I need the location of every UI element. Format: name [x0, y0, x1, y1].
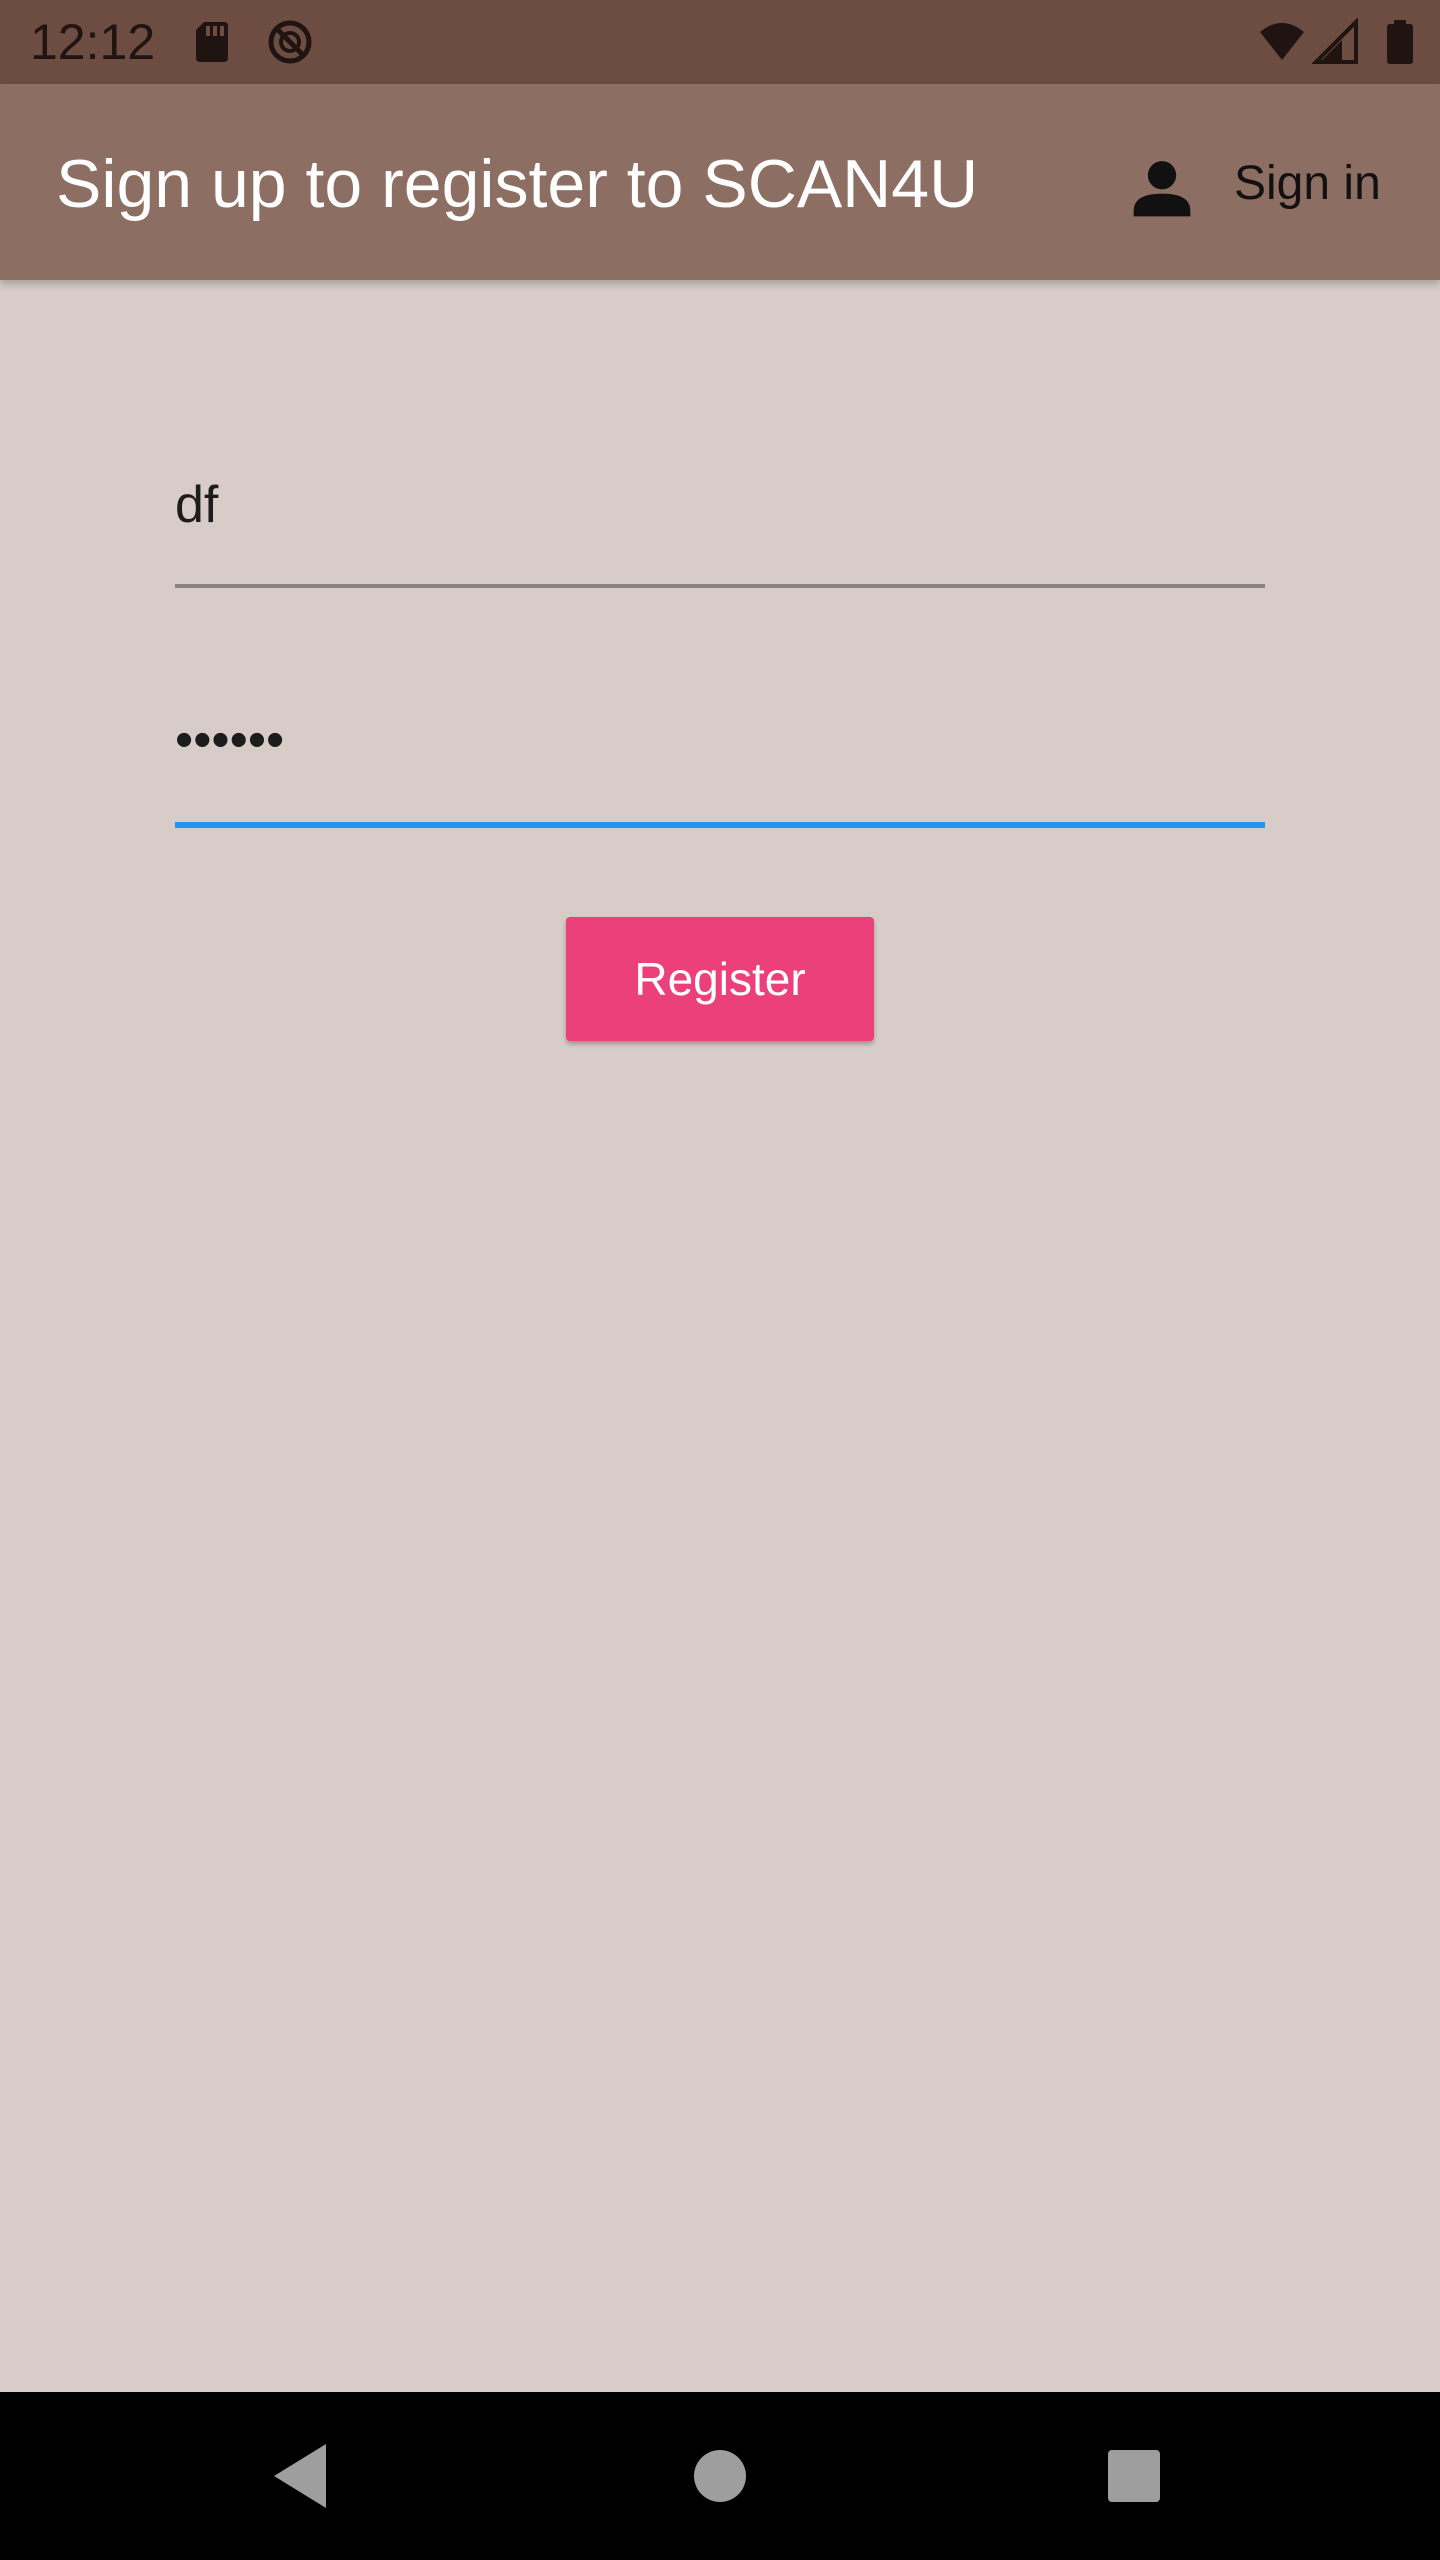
sd-card-icon	[196, 22, 228, 62]
password-field-container	[175, 690, 1265, 830]
username-field-container	[175, 455, 1265, 590]
status-time: 12:12	[30, 14, 156, 70]
password-input[interactable]	[175, 690, 1265, 790]
status-bar: 12:12	[0, 0, 1440, 84]
person-icon	[1133, 161, 1191, 217]
page-title: Sign up to register to SCAN4U	[56, 146, 979, 222]
navigation-bar	[0, 2392, 1440, 2560]
do-not-disturb-icon	[268, 20, 312, 64]
username-input[interactable]	[175, 455, 1265, 555]
sign-in-button[interactable]: Sign in	[1118, 136, 1418, 232]
username-underline	[175, 584, 1265, 588]
wifi-icon	[1260, 23, 1304, 60]
back-icon[interactable]	[258, 2432, 346, 2520]
app-bar: Sign up to register to SCAN4U Sign in	[0, 84, 1440, 280]
register-button[interactable]: Register	[566, 917, 874, 1041]
signal-icon	[1312, 18, 1358, 64]
home-icon[interactable]	[676, 2432, 764, 2520]
password-underline	[175, 822, 1265, 828]
battery-icon	[1387, 20, 1413, 64]
recents-icon[interactable]	[1090, 2432, 1178, 2520]
sign-in-label: Sign in	[1234, 157, 1381, 210]
